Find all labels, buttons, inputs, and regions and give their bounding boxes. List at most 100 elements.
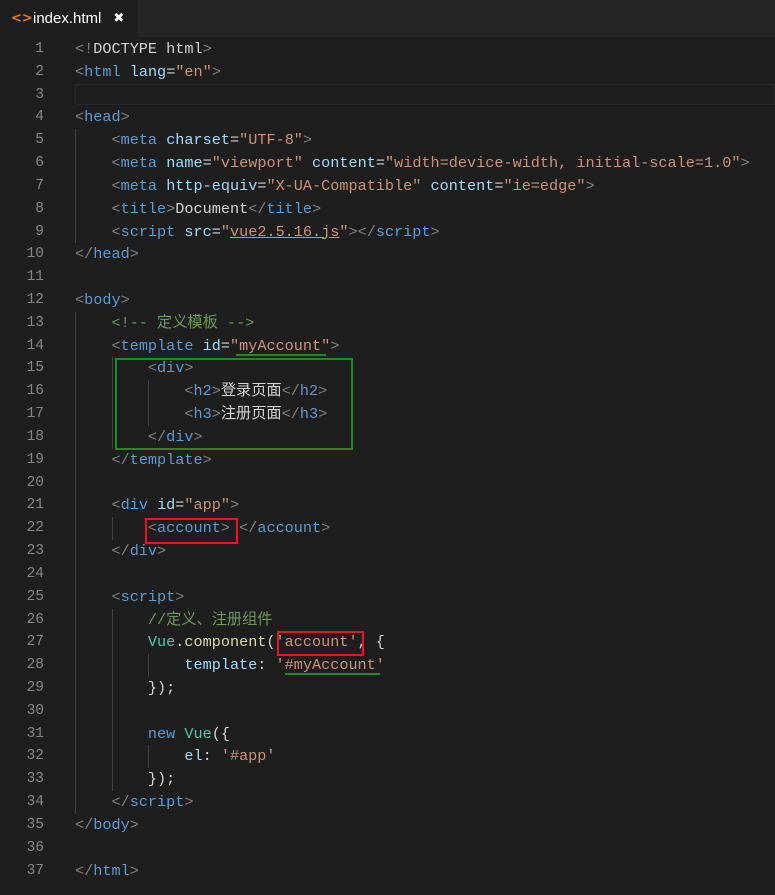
tag-name: title <box>266 199 313 218</box>
punctuation: > <box>430 222 440 241</box>
code-line[interactable]: 24 <box>0 563 775 586</box>
close-icon[interactable]: ✖ <box>113 11 124 26</box>
code-line[interactable]: 8 <title>Document</title> <box>0 198 775 221</box>
code-line[interactable]: 13 <!-- 定义模板 --> <box>0 312 775 335</box>
tag-name: html <box>93 861 130 880</box>
code-editor[interactable]: 1 <!DOCTYPE html> 2 <html lang="en"> 3 4 <head… <box>0 38 775 895</box>
string: "viewport" <box>211 154 303 173</box>
code-line[interactable]: 6 <meta name="viewport" content="width=d… <box>0 152 775 175</box>
code-line[interactable]: 23 </div> <box>0 540 775 563</box>
punctuation: < <box>111 336 121 355</box>
attribute-name: lang <box>129 62 167 81</box>
tag-name: script <box>129 793 185 812</box>
code-line[interactable]: 22 <account> </account> <box>0 517 775 540</box>
code-line[interactable]: 5 <meta charset="UTF-8"> <box>0 129 775 152</box>
code-line[interactable]: 12 <body> <box>0 289 775 312</box>
code-text: //定义、注册组件 <box>75 609 273 632</box>
line-number: 10 <box>26 246 44 263</box>
string: "X-UA-Compatible" <box>266 176 422 195</box>
text: DOCTYPE html <box>93 40 203 58</box>
code-line[interactable]: 27 Vue.component('account', { <box>0 631 775 654</box>
string: "en" <box>175 62 212 81</box>
line-number: 31 <box>26 725 44 742</box>
text: : <box>257 656 276 675</box>
code-line[interactable]: 29 }); <box>0 677 775 700</box>
code-text: new Vue({ <box>75 723 230 746</box>
code-line[interactable]: 28 template: '#myAccount' <box>0 654 775 677</box>
punctuation: </ <box>75 245 94 264</box>
code-line[interactable]: 9 <script src="vue2.5.16.js"></script> <box>0 221 775 244</box>
punctuation: </ <box>239 519 258 538</box>
code-text: <div id="app"> <box>75 494 239 517</box>
code-line[interactable]: 1 <!DOCTYPE html> <box>0 38 775 61</box>
line-number: 12 <box>26 292 44 309</box>
punctuation: < <box>75 291 85 310</box>
line-number: 15 <box>26 360 44 377</box>
tag-name: template <box>129 450 203 469</box>
line-number: 14 <box>26 337 44 354</box>
code-text: <title>Document</title> <box>75 198 321 221</box>
code-line[interactable]: 7 <meta http-equiv="X-UA-Compatible" con… <box>0 175 775 198</box>
string: " <box>220 222 230 241</box>
attribute-name: content <box>430 176 495 195</box>
code-text: <!DOCTYPE html> <box>75 38 212 61</box>
indent-guide <box>111 608 113 792</box>
text <box>148 496 157 514</box>
code-line[interactable]: 4 <head> <box>0 106 775 129</box>
punctuation: ></ <box>348 222 376 241</box>
template-ref-underline <box>285 673 380 675</box>
line-number: 35 <box>26 816 44 833</box>
code-line[interactable]: 36 <box>0 837 775 860</box>
punctuation: > <box>321 519 331 538</box>
code-line[interactable]: 32 el: '#app' <box>0 745 775 768</box>
keyword: new <box>147 724 176 743</box>
text <box>121 63 130 81</box>
code-line[interactable]: 21 <div id="app"> <box>0 494 775 517</box>
code-line[interactable]: 25 <script> <box>0 586 775 609</box>
text <box>303 154 312 172</box>
punctuation: > <box>157 542 167 561</box>
code-line[interactable]: 19 </template> <box>0 449 775 472</box>
punctuation: > <box>129 815 139 834</box>
text <box>75 337 111 355</box>
code-text: </template> <box>75 449 211 472</box>
punctuation: > <box>175 587 185 606</box>
punctuation: > <box>330 336 340 355</box>
code-line[interactable]: 34 </script> <box>0 791 775 814</box>
code-line[interactable]: 33 }); <box>0 768 775 791</box>
attribute-name: id <box>157 496 176 515</box>
text <box>421 177 430 195</box>
text: }); <box>75 678 176 697</box>
code-line[interactable]: 26 //定义、注册组件 <box>0 609 775 632</box>
code-line[interactable]: 14 <template id="myAccount"> <box>0 335 775 358</box>
code-line[interactable]: 31 new Vue({ <box>0 723 775 746</box>
string: "UTF-8" <box>239 131 303 150</box>
punctuation: < <box>111 496 121 515</box>
punctuation: > <box>120 291 130 310</box>
code-line[interactable]: 2 <html lang="en"> <box>0 61 775 84</box>
code-line[interactable]: 35 </body> <box>0 814 775 837</box>
text: : <box>202 747 221 766</box>
comment: <!-- 定义模板 --> <box>111 313 255 332</box>
line-number: 17 <box>26 406 44 423</box>
punctuation: > <box>312 199 322 218</box>
code-text: <script> <box>75 586 184 609</box>
code-line[interactable]: 11 <box>0 266 775 289</box>
link-string[interactable]: vue2.5.16.js <box>230 223 339 241</box>
tab-bar: <> index.html ✖ <box>0 0 775 37</box>
line-number: 6 <box>35 155 44 172</box>
indent-guide <box>75 129 76 244</box>
string: "myAccount" <box>230 336 331 355</box>
code-line[interactable]: 3 <box>0 84 775 107</box>
text: = <box>220 336 230 355</box>
code-line[interactable]: 30 <box>0 700 775 723</box>
code-text: <meta http-equiv="X-UA-Compatible" conte… <box>75 175 594 198</box>
code-line[interactable]: 20 <box>0 472 775 495</box>
attribute-name: http-equiv <box>166 176 258 195</box>
code-line[interactable]: 37 </html> <box>0 860 775 883</box>
indent-guide <box>148 654 150 677</box>
code-line[interactable]: 10 </head> <box>0 243 775 266</box>
tab-index-html[interactable]: <> index.html ✖ <box>0 0 138 37</box>
text <box>75 200 111 218</box>
tab-label: index.html <box>33 10 102 27</box>
